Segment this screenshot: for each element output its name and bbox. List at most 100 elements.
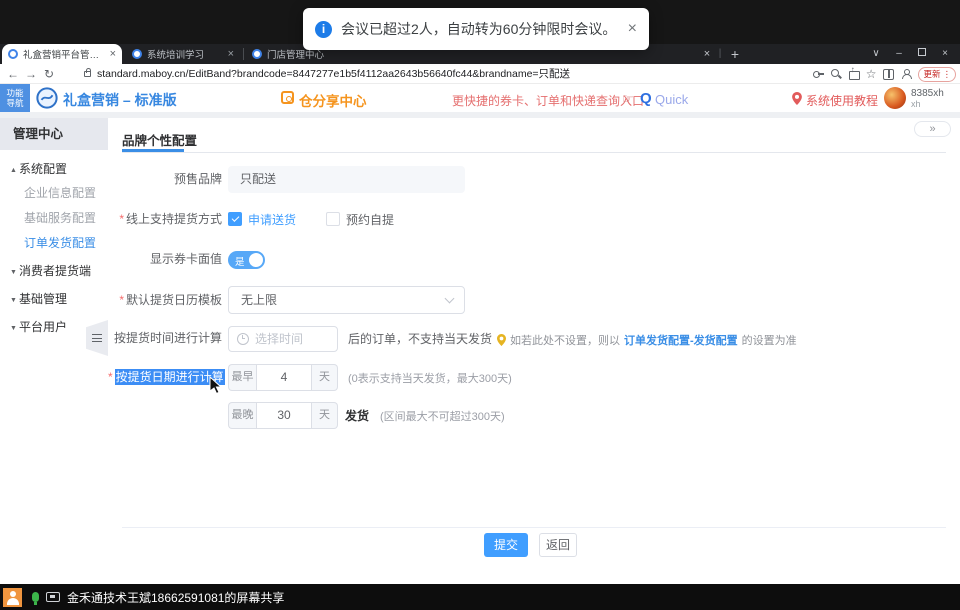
- password-key-icon[interactable]: [812, 68, 824, 80]
- back-button[interactable]: 返回: [539, 533, 577, 557]
- share-icon[interactable]: [848, 68, 860, 80]
- warehouse-share-link[interactable]: 仓分享中心: [299, 90, 367, 110]
- sidebar-item-label: 企业信息配置: [24, 186, 96, 200]
- required-mark: *: [108, 370, 113, 384]
- screen-share-text: 金禾通技术王斌18662591081的屏幕共享: [67, 589, 284, 606]
- browser-menu-icon: ⋮: [943, 69, 952, 80]
- form-row-brand: 预售品牌 只配送: [108, 166, 960, 193]
- form-row-pickup: *线上支持提货方式 申请送货 预约自提: [108, 211, 960, 227]
- sidebar-item-label: 基础服务配置: [24, 211, 96, 225]
- brand-logo-icon: [36, 87, 58, 109]
- hint-link[interactable]: 订单发货配置-发货配置: [624, 332, 738, 348]
- username: 8385xh: [911, 88, 944, 99]
- field-label-text: 线上支持提货方式: [126, 212, 222, 226]
- profile-icon[interactable]: [900, 68, 912, 80]
- function-nav-button[interactable]: 功能 导航: [0, 84, 30, 112]
- tab-training[interactable]: 系统培训学习 ×: [126, 44, 240, 64]
- hint-suffix: 的设置为准: [742, 332, 797, 348]
- toggle-knob: [249, 253, 263, 267]
- bytime-suffix-text: 后的订单，不支持当天发货: [348, 330, 492, 347]
- screen-share-icon[interactable]: [46, 592, 60, 602]
- field-label: 预售品牌: [108, 166, 222, 193]
- main-content: 品牌个性配置 » 预售品牌 只配送 *线上支持提货方式 申请送货 预约自提 显示…: [108, 118, 960, 584]
- tab-favicon-icon: [132, 49, 142, 59]
- tab-title: 礼盒营销平台管理中心: [23, 47, 104, 61]
- promo-text: 更快捷的券卡、订单和快递查询入口: [452, 92, 644, 109]
- latest-days-input[interactable]: 30: [256, 402, 312, 429]
- zoom-icon[interactable]: [830, 68, 842, 80]
- window-close-button[interactable]: ×: [938, 48, 952, 59]
- collapse-arrow-icon: ▼: [10, 262, 19, 284]
- presale-brand-input[interactable]: 只配送: [228, 166, 465, 193]
- toast-message: 会议已超过2人，自动转为60分钟限时会议。: [341, 19, 616, 39]
- sidebar-item-order-shipping[interactable]: 订单发货配置: [0, 232, 108, 254]
- facevalue-toggle-on[interactable]: 是: [228, 251, 265, 269]
- time-placeholder: 选择时间: [255, 327, 303, 351]
- forward-button[interactable]: →: [22, 67, 40, 81]
- tab-close-icon[interactable]: ×: [110, 48, 116, 60]
- checkbox-selfpickup-unchecked[interactable]: [326, 212, 340, 226]
- sidebar-item-label: 平台用户: [19, 320, 67, 334]
- back-button[interactable]: ←: [4, 67, 22, 81]
- footer-divider: [122, 527, 946, 528]
- submit-button[interactable]: 提交: [484, 533, 528, 557]
- toast-close-icon[interactable]: ×: [628, 20, 637, 38]
- update-label: 更新: [923, 68, 940, 80]
- tab-brand-config[interactable]: 品牌个性配置: [122, 130, 197, 149]
- field-label: *线上支持提货方式: [108, 211, 222, 227]
- window-menu-chevron-icon[interactable]: ∨: [869, 48, 883, 59]
- meeting-toast: i 会议已超过2人，自动转为60分钟限时会议。 ×: [303, 8, 649, 50]
- url-text[interactable]: standard.maboy.cn/EditBand?brandcode=844…: [97, 66, 570, 81]
- expand-arrow-icon: ▲: [10, 160, 19, 182]
- latest-unit: 天: [312, 402, 338, 429]
- quick-link[interactable]: Quick: [655, 92, 688, 107]
- sidebar-item-base-mgmt[interactable]: ▼基础管理: [0, 288, 108, 310]
- warehouse-share-icon: [281, 91, 294, 104]
- location-pin-icon: [792, 92, 802, 105]
- select-value: 无上限: [241, 293, 277, 307]
- hint-prefix: 如若此处不设置，则以: [510, 332, 620, 348]
- sidebar-item-consumer[interactable]: ▼消费者提货端: [0, 260, 108, 282]
- calendar-template-select[interactable]: 无上限: [228, 286, 465, 314]
- tab-title: 系统培训学习: [147, 47, 222, 61]
- tab-gift-admin[interactable]: 礼盒营销平台管理中心 ×: [2, 44, 122, 64]
- collapse-arrow-icon: ▼: [10, 318, 19, 340]
- sidebar-item-base-service[interactable]: 基础服务配置: [0, 207, 108, 229]
- latest-days-group: 最晚 30 天: [228, 402, 338, 429]
- user-avatar[interactable]: [884, 87, 906, 109]
- checkbox-label[interactable]: 申请送货: [248, 211, 296, 228]
- list-lines-icon: [92, 334, 102, 342]
- microphone-icon[interactable]: [32, 592, 39, 602]
- tab-border: [122, 152, 946, 153]
- window-minimize-button[interactable]: –: [892, 48, 906, 59]
- panel-collapse-button[interactable]: »: [914, 121, 951, 137]
- earliest-days-input[interactable]: 4: [256, 364, 312, 391]
- tutorial-link[interactable]: 系统使用教程: [806, 92, 878, 109]
- hidden-tab-close-icon[interactable]: ×: [700, 44, 714, 64]
- field-label: *按提货日期进行计算: [108, 364, 222, 391]
- latest-suffix-text: 发货: [345, 407, 369, 424]
- reload-button[interactable]: ↻: [40, 67, 58, 81]
- lock-icon[interactable]: [84, 71, 91, 77]
- field-label: *默认提货日历模板: [108, 286, 222, 314]
- chrome-update-button[interactable]: 更新 ⋮: [918, 67, 956, 82]
- bookmark-star-icon[interactable]: ☆: [866, 68, 877, 80]
- checkbox-delivery-checked[interactable]: [228, 212, 242, 226]
- sidebar-item-system-config[interactable]: ▲系统配置: [0, 158, 108, 180]
- screen: 礼盒营销平台管理中心 × 系统培训学习 × 门店管理中心 × | + ∨ – ×…: [0, 0, 960, 610]
- time-picker-input[interactable]: 选择时间: [228, 326, 338, 352]
- tab-close-icon[interactable]: ×: [228, 48, 234, 60]
- new-tab-button[interactable]: +: [727, 44, 743, 64]
- sidebar-item-company-info[interactable]: 企业信息配置: [0, 182, 108, 204]
- checkbox-label[interactable]: 预约自提: [346, 211, 394, 228]
- reading-list-icon[interactable]: [882, 68, 894, 80]
- window-controls: ∨ – ×: [869, 42, 960, 64]
- window-maximize-button[interactable]: [915, 48, 929, 59]
- tab-favicon-icon: [252, 49, 262, 59]
- tab-separator: [243, 48, 244, 60]
- participant-icon[interactable]: [3, 588, 22, 607]
- browser-addressbar: ← → ↻ standard.maboy.cn/EditBand?brandco…: [0, 64, 960, 84]
- clock-icon: [237, 333, 249, 345]
- quick-q-logo[interactable]: Q: [640, 90, 652, 107]
- earliest-unit: 天: [312, 364, 338, 391]
